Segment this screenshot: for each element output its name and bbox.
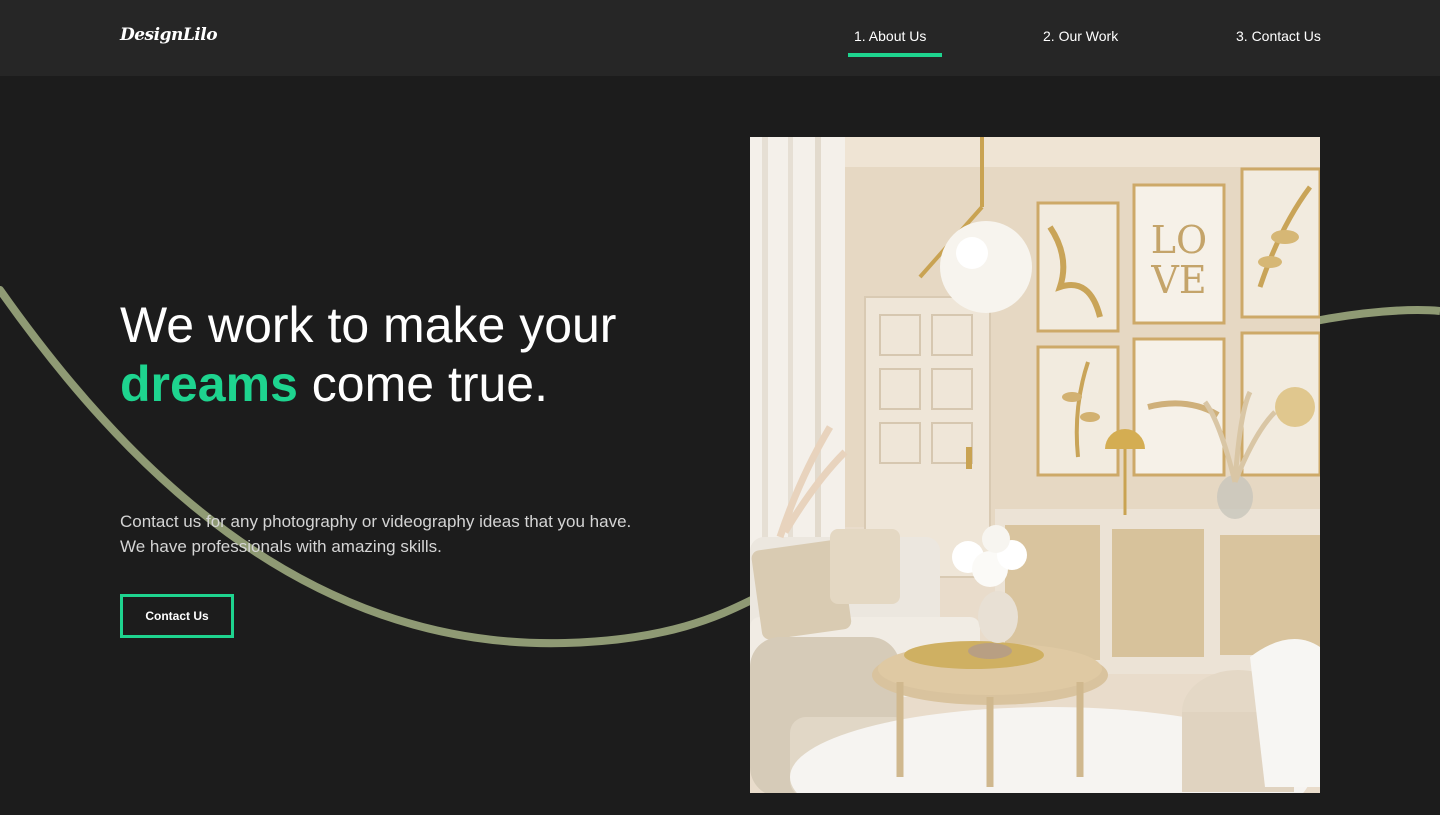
interior-living-room-image: LO VE [750,137,1320,793]
hero-headline-part1: We work to make your [120,297,617,353]
hero-subtitle-line-2: We have professionals with amazing skill… [120,537,442,556]
poster-text-ve: VE [1150,258,1206,302]
hero-headline: We work to make your dreams come true. [120,296,640,414]
poster-text-lo: LO [1151,218,1207,262]
hero-headline-accent: dreams [120,356,298,412]
hero-headline-part2: come true. [297,356,548,412]
contact-us-button[interactable]: Contact Us [120,594,234,638]
hero-subtitle-line-1: Contact us for any photography or videog… [120,512,632,531]
hero-subtitle: Contact us for any photography or videog… [120,509,720,559]
